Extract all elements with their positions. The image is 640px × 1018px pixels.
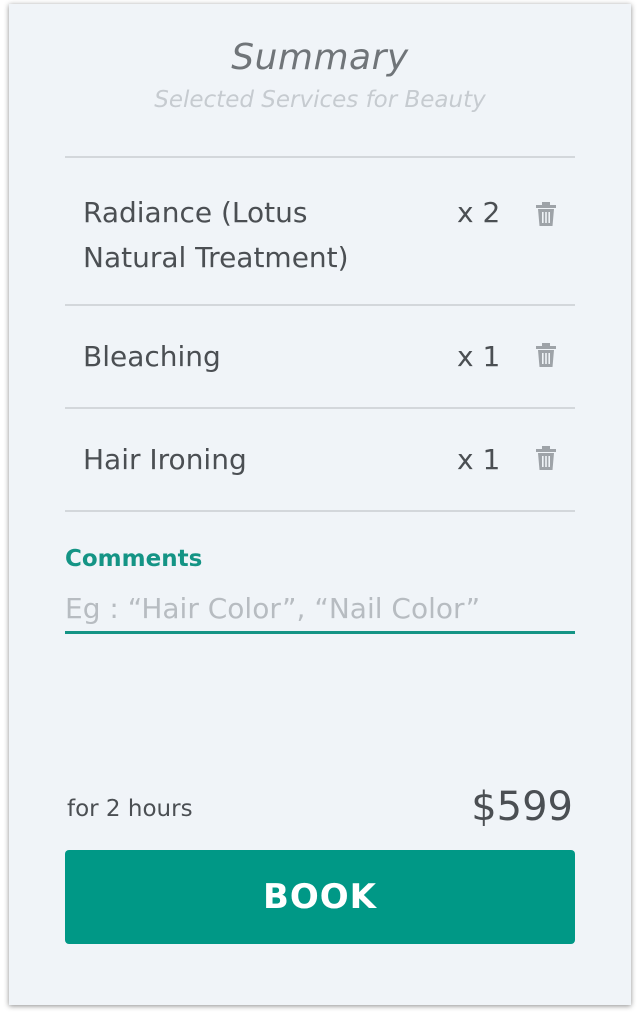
summary-card: Summary Selected Services for Beauty Rad… — [9, 4, 631, 1005]
service-row: Hair Ironing x 1 — [65, 409, 575, 510]
comments-input[interactable] — [65, 586, 575, 634]
duration-text: for 2 hours — [67, 796, 193, 822]
service-row: Bleaching x 1 — [65, 306, 575, 407]
book-button[interactable]: BOOK — [65, 850, 575, 944]
service-quantity: x 1 — [457, 340, 501, 373]
summary-header: Summary Selected Services for Beauty — [9, 36, 631, 115]
service-quantity: x 2 — [457, 196, 501, 229]
service-name: Bleaching — [83, 340, 221, 373]
trash-icon[interactable] — [535, 201, 557, 227]
comments-section: Comments — [65, 544, 575, 634]
page-title: Summary — [231, 37, 409, 78]
comments-label: Comments — [65, 546, 203, 572]
total-price: $599 — [471, 784, 573, 830]
service-quantity: x 1 — [457, 443, 501, 476]
divider — [65, 510, 575, 512]
service-row: Radiance (Lotus Natural Treatment) x 2 — [65, 158, 575, 304]
page-subtitle: Selected Services for Beauty — [154, 87, 486, 113]
service-name: Radiance (Lotus Natural Treatment) — [83, 196, 349, 274]
trash-icon[interactable] — [535, 445, 557, 471]
trash-icon[interactable] — [535, 342, 557, 368]
services-list: Radiance (Lotus Natural Treatment) x 2 B… — [65, 156, 575, 512]
service-name: Hair Ironing — [83, 443, 247, 476]
